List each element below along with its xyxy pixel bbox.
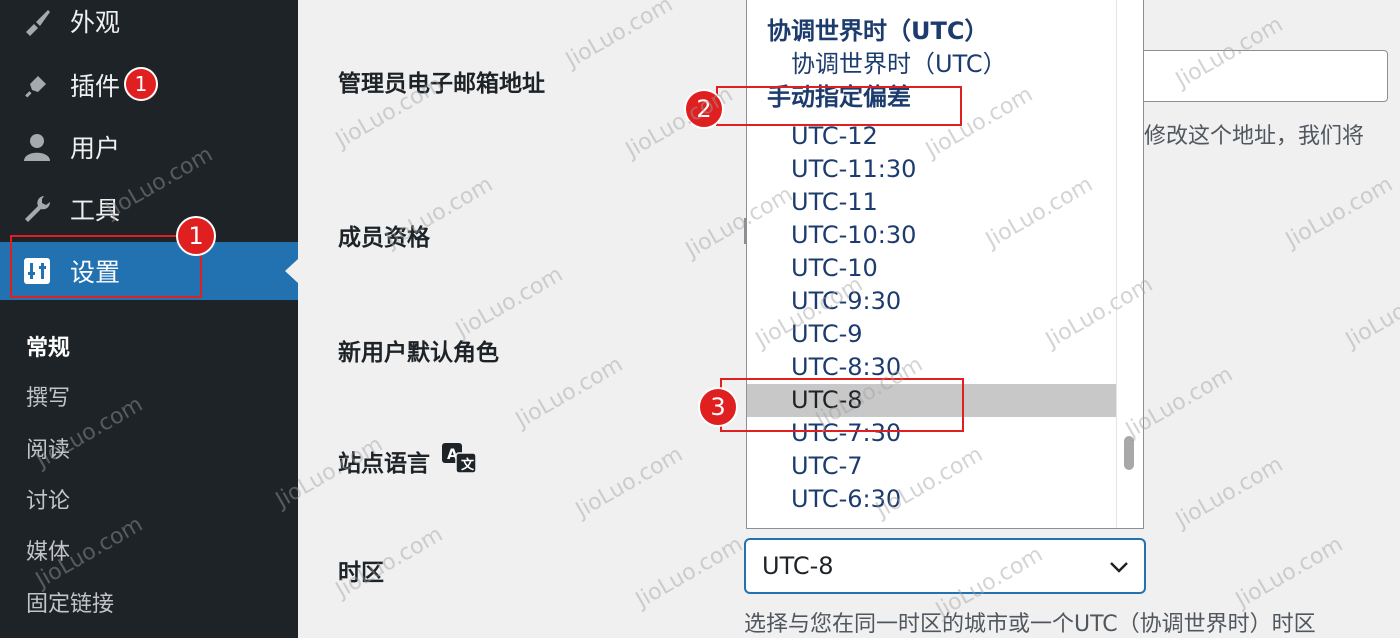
- watermark-text: JioLuo.com: [511, 351, 628, 434]
- wrench-icon: [20, 192, 54, 226]
- plugin-icon: [20, 68, 54, 102]
- timezone-group-header: 协调世界时（UTC）: [767, 17, 989, 45]
- submenu-item-discussion[interactable]: 讨论: [26, 483, 70, 515]
- admin-email-label: 管理员电子邮箱地址: [338, 71, 545, 97]
- default-role-label: 新用户默认角色: [338, 340, 499, 366]
- watermark-text: JioLuo.com: [631, 531, 748, 614]
- chevron-down-icon: [1108, 556, 1130, 584]
- watermark-text: JioLuo.com: [1281, 171, 1398, 254]
- watermark-text: JioLuo.com: [561, 0, 678, 74]
- timezone-option[interactable]: UTC-10: [747, 252, 1143, 285]
- timezone-option[interactable]: UTC-11:30: [747, 153, 1143, 186]
- menu-label: 用户: [70, 134, 121, 163]
- user-icon: [20, 130, 54, 164]
- admin-email-description: 您修改这个地址，我们将: [1122, 124, 1365, 149]
- admin-email-input[interactable]: [1120, 50, 1388, 102]
- watermark-text: JioLuo.com: [1231, 531, 1348, 614]
- menu-item-users[interactable]: 用户: [0, 118, 298, 176]
- active-indicator: [285, 259, 298, 283]
- timezone-option[interactable]: UTC-11: [747, 186, 1143, 219]
- timezone-dropdown-list[interactable]: 协调世界时（UTC） 协调世界时（UTC） 手动指定偏差 UTC-12 UTC-11:3…: [746, 0, 1144, 529]
- annotation-step-1: 1: [176, 216, 216, 256]
- svg-text:文: 文: [461, 457, 475, 473]
- annotation-step-3: 3: [698, 387, 738, 427]
- annotation-step-2: 2: [684, 89, 724, 129]
- submenu-item-writing[interactable]: 撰写: [26, 380, 70, 412]
- timezone-option[interactable]: 协调世界时（UTC）: [747, 48, 1143, 81]
- timezone-option[interactable]: UTC-9:30: [747, 285, 1143, 318]
- timezone-option[interactable]: UTC-10:30: [747, 219, 1143, 252]
- watermark-text: JioLuo.com: [1171, 451, 1288, 534]
- menu-item-tools[interactable]: 工具: [0, 180, 298, 238]
- submenu-item-media[interactable]: 媒体: [26, 534, 70, 566]
- annotation-badge-1: 1: [124, 67, 158, 101]
- submenu-item-general[interactable]: 常规: [26, 330, 70, 362]
- menu-label: 插件: [70, 72, 121, 101]
- site-language-label-row: 站点语言 A文: [338, 443, 477, 479]
- timezone-option[interactable]: UTC-9: [747, 318, 1143, 351]
- dropdown-scrollbar[interactable]: [1116, 0, 1143, 528]
- timezone-select-value: UTC-8: [762, 552, 834, 580]
- submenu-item-permalinks[interactable]: 固定链接: [26, 586, 114, 618]
- scrollbar-thumb[interactable]: [1124, 436, 1134, 470]
- submenu-item-reading[interactable]: 阅读: [26, 432, 70, 464]
- site-language-label: 站点语言: [338, 451, 430, 477]
- translate-icon: A文: [442, 443, 477, 479]
- annotation-box-settings: [10, 235, 202, 298]
- annotation-box-manual-offset: [716, 86, 962, 126]
- menu-item-appearance[interactable]: 外观: [0, 0, 298, 50]
- brush-icon: [20, 4, 54, 38]
- watermark-text: JioLuo.com: [451, 261, 568, 344]
- timezone-label: 时区: [338, 560, 384, 586]
- timezone-option[interactable]: UTC-7: [747, 450, 1143, 483]
- timezone-select[interactable]: UTC-8: [744, 538, 1146, 594]
- annotation-box-utc-8: [720, 378, 964, 432]
- watermark-text: JioLuo.com: [1341, 271, 1400, 354]
- timezone-option[interactable]: UTC-6:30: [747, 483, 1143, 516]
- menu-label: 工具: [70, 196, 121, 225]
- watermark-text: JioLuo.com: [571, 441, 688, 524]
- menu-label: 外观: [70, 8, 121, 37]
- membership-label: 成员资格: [338, 225, 430, 251]
- timezone-description: 选择与您在同一时区的城市或一个UTC（协调世界时）时区: [744, 612, 1316, 637]
